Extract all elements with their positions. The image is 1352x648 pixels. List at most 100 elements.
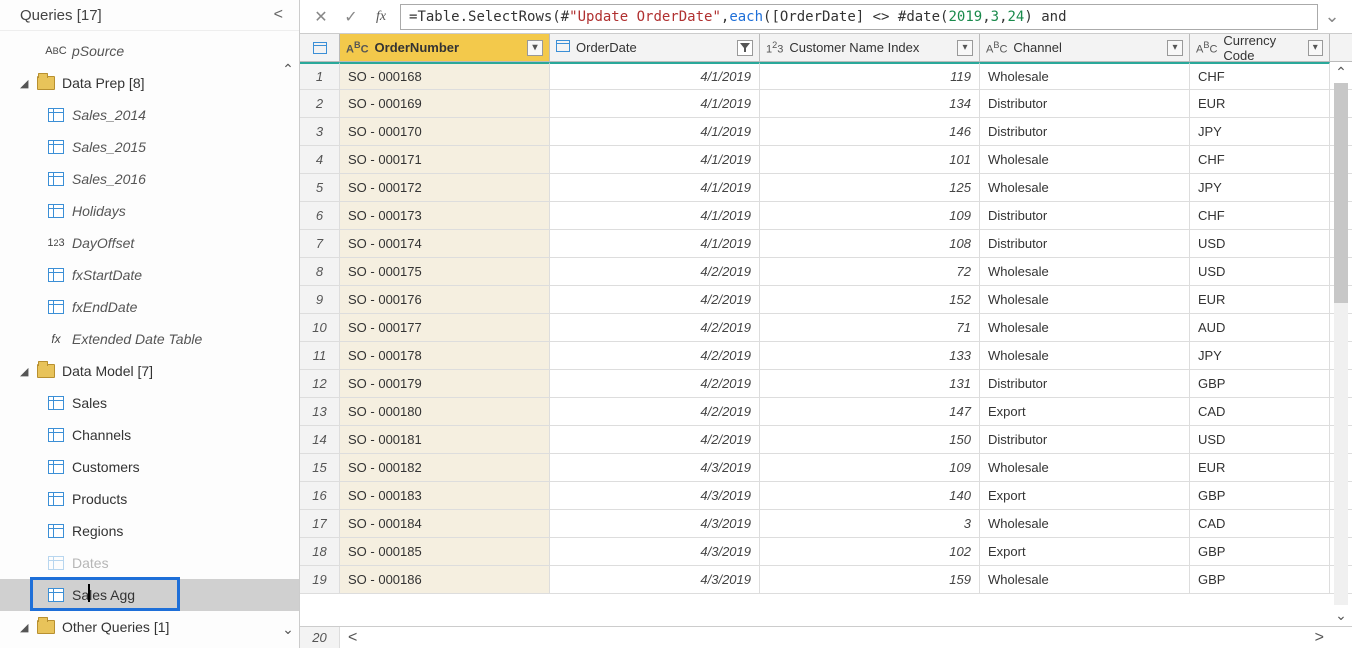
table-row[interactable]: 14SO - 0001814/2/2019150DistributorUSD [300, 426, 1352, 454]
table-row[interactable]: 10SO - 0001774/2/201971WholesaleAUD [300, 314, 1352, 342]
cell-customer-index[interactable]: 134 [760, 90, 980, 117]
query-item[interactable]: fxEndDate [0, 291, 299, 323]
row-number[interactable]: 7 [300, 230, 340, 257]
cell-orderdate[interactable]: 4/1/2019 [550, 90, 760, 117]
filter-icon[interactable] [737, 40, 753, 56]
cell-customer-index[interactable]: 150 [760, 426, 980, 453]
table-row[interactable]: 6SO - 0001734/1/2019109DistributorCHF [300, 202, 1352, 230]
vertical-scrollbar[interactable]: ⌃ ⌄ [1332, 64, 1350, 624]
row-number[interactable]: 17 [300, 510, 340, 537]
cell-ordernumber[interactable]: SO - 000179 [340, 370, 550, 397]
cell-ordernumber[interactable]: SO - 000170 [340, 118, 550, 145]
table-row[interactable]: 15SO - 0001824/3/2019109WholesaleEUR [300, 454, 1352, 482]
table-row[interactable]: 11SO - 0001784/2/2019133WholesaleJPY [300, 342, 1352, 370]
cell-currency[interactable]: USD [1190, 258, 1330, 285]
cell-channel[interactable]: Export [980, 538, 1190, 565]
cell-customer-index[interactable]: 119 [760, 62, 980, 89]
cancel-formula-button[interactable]: ✕ [306, 4, 336, 30]
cell-currency[interactable]: GBP [1190, 482, 1330, 509]
cell-channel[interactable]: Wholesale [980, 566, 1190, 593]
row-number[interactable]: 14 [300, 426, 340, 453]
expand-icon[interactable]: ◢ [20, 77, 34, 90]
commit-formula-button[interactable]: ✓ [336, 4, 366, 30]
cell-currency[interactable]: CAD [1190, 510, 1330, 537]
cell-currency[interactable]: JPY [1190, 118, 1330, 145]
cell-channel[interactable]: Distributor [980, 370, 1190, 397]
row-number[interactable]: 10 [300, 314, 340, 341]
table-row[interactable]: 19SO - 0001864/3/2019159WholesaleGBP [300, 566, 1352, 594]
cell-customer-index[interactable]: 72 [760, 258, 980, 285]
cell-orderdate[interactable]: 4/2/2019 [550, 258, 760, 285]
cell-customer-index[interactable]: 133 [760, 342, 980, 369]
table-row[interactable]: 2SO - 0001694/1/2019134DistributorEUR [300, 90, 1352, 118]
cell-orderdate[interactable]: 4/1/2019 [550, 174, 760, 201]
query-item[interactable]: Sales [0, 387, 299, 419]
cell-ordernumber[interactable]: SO - 000168 [340, 62, 550, 89]
column-header-ordernumber[interactable]: ABCOrderNumber▾ [340, 34, 550, 61]
cell-channel[interactable]: Wholesale [980, 510, 1190, 537]
cell-orderdate[interactable]: 4/2/2019 [550, 314, 760, 341]
cell-ordernumber[interactable]: SO - 000172 [340, 174, 550, 201]
table-row[interactable]: 7SO - 0001744/1/2019108DistributorUSD [300, 230, 1352, 258]
collapse-sidebar-button[interactable]: < [268, 6, 289, 24]
column-header-channel[interactable]: ABCChannel▾ [980, 34, 1190, 61]
query-item[interactable]: Holidays [0, 195, 299, 227]
cell-currency[interactable]: CHF [1190, 202, 1330, 229]
query-item[interactable]: fxExtended Date Table [0, 323, 299, 355]
row-number[interactable]: 6 [300, 202, 340, 229]
cell-customer-index[interactable]: 109 [760, 202, 980, 229]
cell-orderdate[interactable]: 4/2/2019 [550, 342, 760, 369]
cell-currency[interactable]: EUR [1190, 286, 1330, 313]
table-row[interactable]: 12SO - 0001794/2/2019131DistributorGBP [300, 370, 1352, 398]
query-item[interactable]: Customers [0, 451, 299, 483]
table-row[interactable]: 5SO - 0001724/1/2019125WholesaleJPY [300, 174, 1352, 202]
cell-customer-index[interactable]: 147 [760, 398, 980, 425]
cell-channel[interactable]: Wholesale [980, 146, 1190, 173]
cell-orderdate[interactable]: 4/2/2019 [550, 398, 760, 425]
cell-currency[interactable]: USD [1190, 426, 1330, 453]
cell-channel[interactable]: Distributor [980, 118, 1190, 145]
expand-formula-button[interactable]: ⌄ [1318, 6, 1346, 27]
cell-orderdate[interactable]: 4/3/2019 [550, 482, 760, 509]
expand-icon[interactable]: ◢ [20, 621, 34, 634]
row-number[interactable]: 1 [300, 62, 340, 89]
cell-channel[interactable]: Wholesale [980, 62, 1190, 89]
cell-currency[interactable]: EUR [1190, 454, 1330, 481]
row-number[interactable]: 8 [300, 258, 340, 285]
cell-ordernumber[interactable]: SO - 000186 [340, 566, 550, 593]
row-number[interactable]: 5 [300, 174, 340, 201]
query-item[interactable]: Dates [0, 547, 299, 579]
select-all-cell[interactable] [300, 34, 340, 61]
cell-currency[interactable]: JPY [1190, 174, 1330, 201]
cell-customer-index[interactable]: 71 [760, 314, 980, 341]
scroll-track[interactable] [1334, 83, 1348, 605]
cell-orderdate[interactable]: 4/1/2019 [550, 146, 760, 173]
query-item[interactable]: Sales Agg [0, 579, 299, 611]
table-row[interactable]: 13SO - 0001804/2/2019147ExportCAD [300, 398, 1352, 426]
cell-ordernumber[interactable]: SO - 000185 [340, 538, 550, 565]
cell-customer-index[interactable]: 108 [760, 230, 980, 257]
scroll-right-icon[interactable]: > [1307, 629, 1332, 647]
cell-channel[interactable]: Wholesale [980, 258, 1190, 285]
cell-currency[interactable]: GBP [1190, 538, 1330, 565]
row-number[interactable]: 9 [300, 286, 340, 313]
cell-channel[interactable]: Wholesale [980, 286, 1190, 313]
dropdown-icon[interactable]: ▾ [1308, 40, 1323, 56]
cell-ordernumber[interactable]: SO - 000178 [340, 342, 550, 369]
scroll-thumb[interactable] [1334, 83, 1348, 303]
cell-orderdate[interactable]: 4/1/2019 [550, 62, 760, 89]
table-row[interactable]: 18SO - 0001854/3/2019102ExportGBP [300, 538, 1352, 566]
row-number[interactable]: 16 [300, 482, 340, 509]
cell-channel[interactable]: Distributor [980, 230, 1190, 257]
cell-ordernumber[interactable]: SO - 000180 [340, 398, 550, 425]
query-item[interactable]: Channels [0, 419, 299, 451]
cell-orderdate[interactable]: 4/2/2019 [550, 286, 760, 313]
cell-channel[interactable]: Wholesale [980, 342, 1190, 369]
query-item[interactable]: 123DayOffset [0, 227, 299, 259]
cell-orderdate[interactable]: 4/3/2019 [550, 566, 760, 593]
cell-ordernumber[interactable]: SO - 000171 [340, 146, 550, 173]
cell-customer-index[interactable]: 152 [760, 286, 980, 313]
cell-orderdate[interactable]: 4/2/2019 [550, 370, 760, 397]
table-row[interactable]: 16SO - 0001834/3/2019140ExportGBP [300, 482, 1352, 510]
cell-customer-index[interactable]: 125 [760, 174, 980, 201]
